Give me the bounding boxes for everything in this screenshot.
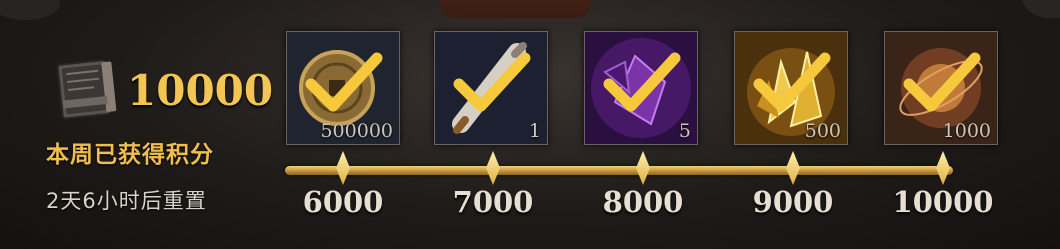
milestone-marker <box>636 151 650 185</box>
reward-slot-4[interactable]: 500 <box>734 31 848 145</box>
milestone-threshold: 9000 <box>752 185 834 219</box>
reward-quantity: 1 <box>528 120 541 142</box>
claimed-check-icon <box>903 52 981 112</box>
milestone-threshold: 8000 <box>602 185 684 219</box>
weekly-points-label: 本周已获得积分 <box>46 142 214 168</box>
milestone-threshold: 6000 <box>302 185 384 219</box>
points-book-icon <box>56 59 117 120</box>
milestone-marker <box>486 151 500 185</box>
milestone-marker <box>336 151 350 185</box>
reward-quantity: 1000 <box>942 120 991 142</box>
background-decoration <box>1020 0 1060 18</box>
reward-slot-3[interactable]: 5 <box>584 31 698 145</box>
claimed-check-icon <box>305 52 383 112</box>
claimed-check-icon <box>753 52 831 112</box>
total-points: 10000 <box>127 66 274 115</box>
reward-quantity: 500 <box>804 120 841 142</box>
progress-track <box>285 166 953 175</box>
claimed-check-icon <box>453 52 531 112</box>
chest-decoration <box>440 0 590 18</box>
milestone-threshold: 10000 <box>892 185 994 219</box>
reward-slot-1[interactable]: 500000 <box>286 31 400 145</box>
points-summary: 10000 本周已获得积分 2天6小时后重置 <box>0 0 280 249</box>
reward-slot-5[interactable]: 1000 <box>884 31 998 145</box>
reward-quantity: 5 <box>678 120 691 142</box>
milestone-threshold: 7000 <box>452 185 534 219</box>
milestone-marker <box>786 151 800 185</box>
reward-slot-2[interactable]: 1 <box>434 31 548 145</box>
reset-countdown: 2天6小时后重置 <box>46 189 207 213</box>
reward-quantity: 500000 <box>320 120 393 142</box>
claimed-check-icon <box>603 52 681 112</box>
milestone-marker <box>936 151 950 185</box>
